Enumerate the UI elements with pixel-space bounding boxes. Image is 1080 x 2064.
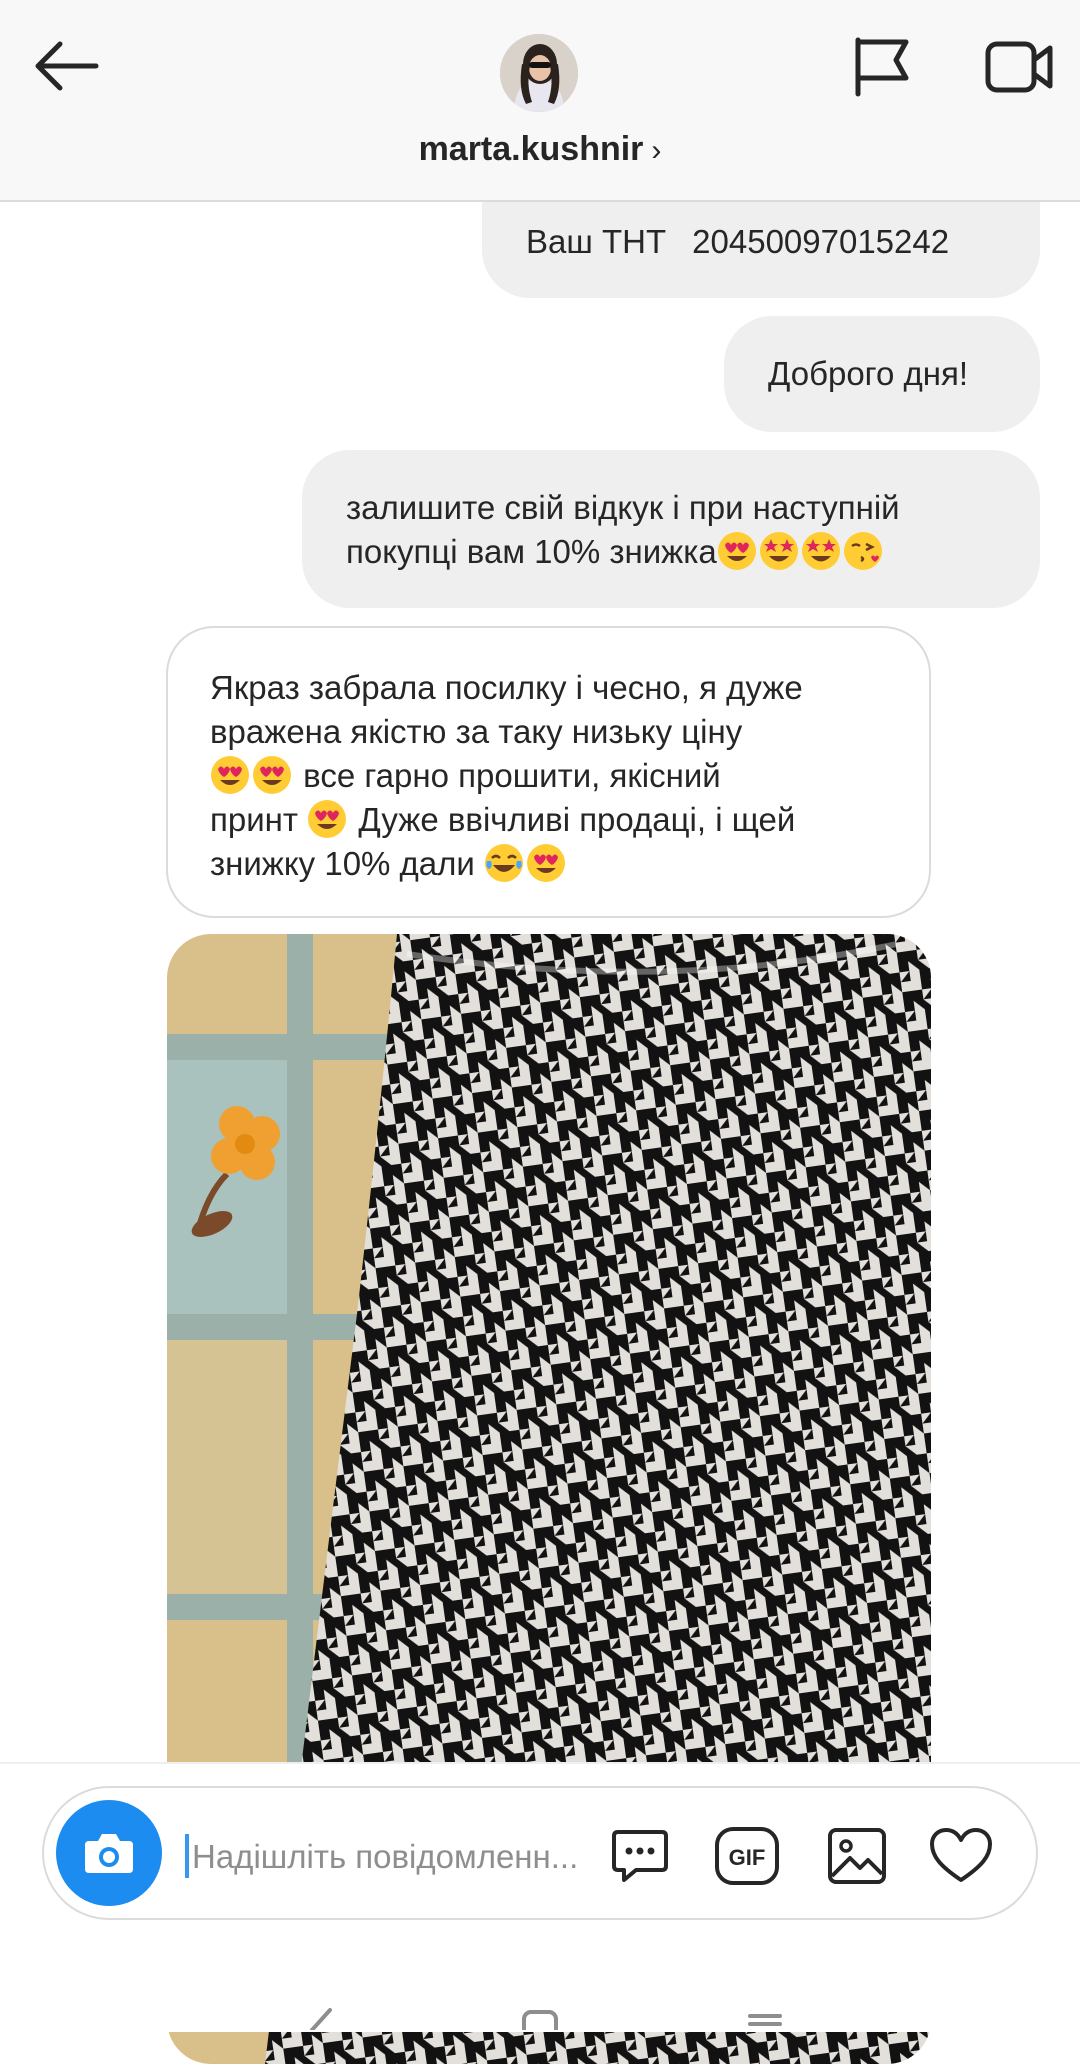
back-button[interactable] <box>30 36 102 96</box>
message-text: покупці вам 10% знижка <box>346 533 717 570</box>
profile-photo <box>500 34 578 112</box>
message-text: Дуже ввічливі продаці, і щей <box>358 801 796 838</box>
star-struck-emoji <box>801 531 841 571</box>
username-link[interactable]: marta.kushnir › <box>0 130 1080 169</box>
flag-button[interactable] <box>852 36 914 98</box>
message-text-line: покупці вам 10% знижка <box>346 530 1040 574</box>
star-struck-emoji <box>759 531 799 571</box>
video-call-button[interactable] <box>985 38 1053 96</box>
flag-icon <box>855 37 909 97</box>
gallery-button[interactable] <box>826 1826 888 1891</box>
gif-button[interactable]: GIF <box>714 1826 780 1891</box>
message-text: Ваш ТНТ <box>526 223 667 260</box>
message-text-line: принт Дуже ввічливі продаці, і щей <box>210 798 929 842</box>
message-text-line: залишите свій відкук і при наступній <box>346 489 900 526</box>
message-text-line: знижку 10% дали <box>210 842 929 886</box>
tears-of-joy-emoji <box>484 843 524 883</box>
avatar[interactable] <box>500 34 578 112</box>
svg-text:GIF: GIF <box>729 1845 766 1870</box>
gif-icon: GIF <box>715 1827 779 1885</box>
image-gallery-icon <box>828 1828 886 1884</box>
heart-eyes-emoji <box>210 755 250 795</box>
heart-eyes-emoji <box>252 755 292 795</box>
message-text: все гарно прошити, якісний <box>303 757 721 794</box>
nav-recents-icon[interactable] <box>748 2014 782 2026</box>
username: marta.kushnir <box>418 130 644 168</box>
message-text: Доброго дня! <box>768 355 969 392</box>
heart-icon <box>930 1828 992 1882</box>
nav-home-icon[interactable] <box>522 2010 558 2046</box>
message-text: знижку 10% дали <box>210 845 475 882</box>
heart-eyes-emoji <box>526 843 566 883</box>
tracking-number: 20450097015242 <box>692 223 950 260</box>
message-text-line: Якраз забрала посилку і чесно, я дуже <box>210 669 803 706</box>
camera-button[interactable] <box>56 1800 162 1906</box>
heart-eyes-emoji <box>717 531 757 571</box>
system-navigation-bar <box>0 1962 1080 2046</box>
message-input[interactable] <box>190 1826 594 1888</box>
message-bubble-outgoing[interactable]: залишите свій відкук і при наступній пок… <box>302 450 1040 608</box>
arrow-left-icon <box>35 41 99 91</box>
message-bubble-outgoing[interactable]: Доброго дня! <box>724 316 1040 432</box>
speech-bubble-dots-icon <box>612 1830 668 1882</box>
video-camera-icon <box>985 41 1053 93</box>
sticker-button[interactable] <box>610 1826 670 1891</box>
like-button[interactable] <box>928 1826 994 1891</box>
message-text-line: все гарно прошити, якісний <box>210 754 929 798</box>
camera-icon <box>85 1834 133 1873</box>
message-text-line: вражена якістю за таку низьку ціну <box>210 713 743 750</box>
heart-eyes-emoji <box>307 799 347 839</box>
nav-back-icon[interactable] <box>310 2008 332 2032</box>
text-caret <box>185 1834 189 1878</box>
message-text: принт <box>210 801 298 838</box>
chat-header: marta.kushnir › <box>0 0 1080 202</box>
message-bubble-incoming[interactable]: Якраз забрала посилку і чесно, я дуже вр… <box>166 626 931 918</box>
chevron-right-icon: › <box>651 134 662 167</box>
face-blowing-kiss-emoji <box>843 531 883 571</box>
